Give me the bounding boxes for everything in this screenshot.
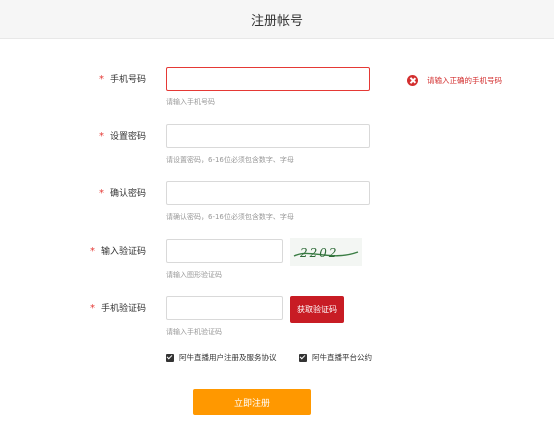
phone-hint: 请输入手机号码 — [166, 98, 215, 106]
page-header: 注册帐号 — [0, 0, 554, 39]
checkbox-checked-icon[interactable] — [299, 353, 307, 362]
agreement-convention-label[interactable]: 阿牛直播平台公约 — [312, 352, 372, 363]
confirm-label-row: * 确认密码 — [36, 188, 146, 200]
captcha-label: 输入验证码 — [100, 247, 146, 257]
required-mark: * — [98, 74, 104, 85]
required-mark: * — [89, 303, 95, 314]
phone-error-text: 请输入正确的手机号码 — [427, 76, 502, 85]
password-label-row: * 设置密码 — [36, 131, 146, 143]
agreement-service-label[interactable]: 阿牛直播用户注册及服务协议 — [179, 352, 277, 363]
get-sms-code-button[interactable]: 获取验证码 — [290, 296, 344, 323]
captcha-hint: 请输入图形验证码 — [166, 271, 222, 279]
required-mark: * — [98, 131, 104, 142]
sms-hint: 请输入手机验证码 — [166, 328, 222, 336]
agreement-service[interactable]: 阿牛直播用户注册及服务协议 — [166, 352, 277, 363]
confirm-label: 确认密码 — [109, 189, 146, 199]
agreement-convention[interactable]: 阿牛直播平台公约 — [299, 352, 372, 363]
password-hint: 请设置密码，6-16位必须包含数字、字母 — [166, 156, 294, 164]
confirm-hint: 请确认密码，6-16位必须包含数字、字母 — [166, 213, 294, 221]
required-mark: * — [89, 246, 95, 257]
phone-label: 手机号码 — [109, 75, 146, 85]
checkbox-checked-icon[interactable] — [166, 353, 174, 362]
required-mark: * — [98, 188, 104, 199]
captcha-text: 2202 — [299, 246, 339, 260]
sms-label: 手机验证码 — [100, 304, 146, 314]
phone-input[interactable] — [166, 67, 370, 91]
captcha-input[interactable] — [166, 239, 283, 263]
password-input[interactable] — [166, 124, 370, 148]
confirm-password-input[interactable] — [166, 181, 370, 205]
page-title: 注册帐号 — [250, 14, 303, 29]
sms-code-input[interactable] — [166, 296, 283, 320]
phone-error: 请输入正确的手机号码 — [407, 75, 502, 86]
password-label: 设置密码 — [109, 132, 146, 142]
captcha-label-row: * 输入验证码 — [36, 246, 146, 258]
captcha-image[interactable]: 2202 — [290, 238, 362, 266]
register-submit-button[interactable]: 立即注册 — [193, 389, 311, 415]
sms-label-row: * 手机验证码 — [36, 303, 146, 315]
phone-label-row: * 手机号码 — [36, 74, 146, 86]
error-x-circle-icon — [407, 75, 418, 86]
